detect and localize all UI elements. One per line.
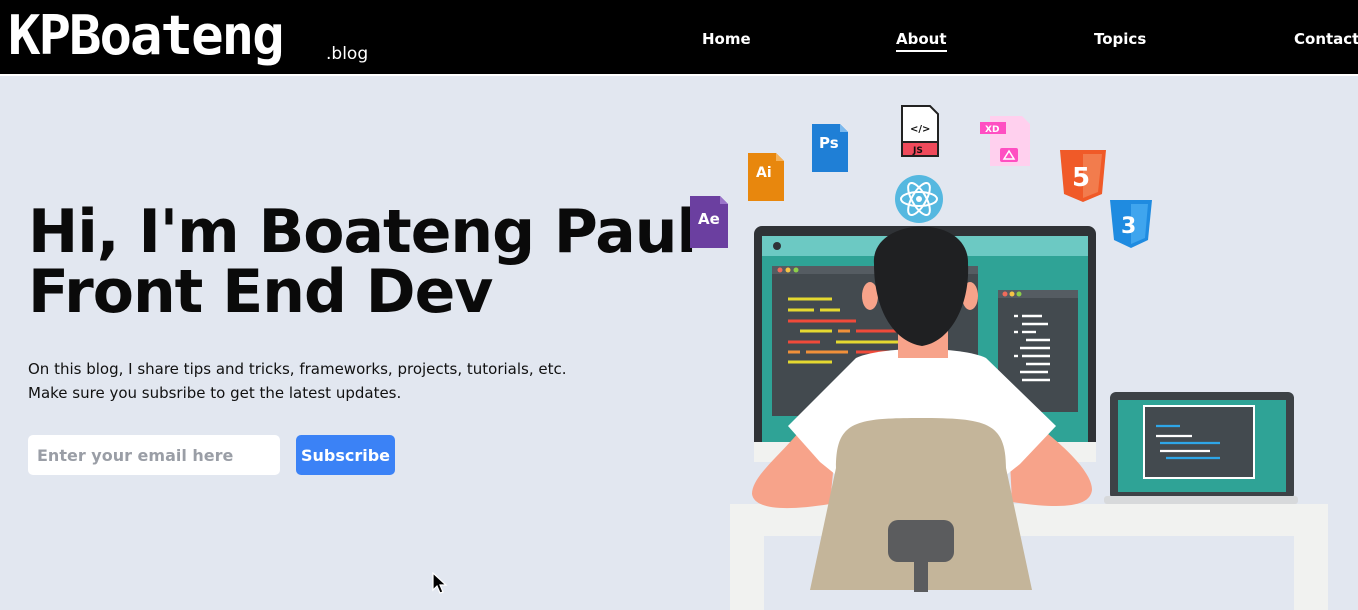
html5-icon: 5 — [1060, 150, 1106, 202]
nav-contact[interactable]: Contact — [1294, 30, 1358, 48]
desk-leg-left — [730, 536, 764, 610]
desk-leg-right — [1294, 536, 1328, 610]
photoshop-icon: Ps — [812, 124, 848, 172]
react-icon — [895, 175, 943, 223]
hero-description-line-2: Make sure you subsribe to get the latest… — [28, 384, 402, 402]
svg-text:3: 3 — [1121, 214, 1136, 239]
email-input[interactable] — [28, 435, 280, 475]
javascript-file-icon: JS </> — [901, 105, 939, 157]
desk-top — [730, 504, 1328, 536]
after-effects-icon: Ae — [690, 196, 728, 248]
nav-about[interactable]: About — [896, 30, 947, 52]
svg-text:Ae: Ae — [698, 210, 720, 228]
site-header: KPBoateng .blog Home About Topics Contac… — [0, 0, 1358, 76]
nav-home[interactable]: Home — [702, 30, 751, 48]
chair-handle — [888, 520, 954, 562]
site-logo-suffix: .blog — [326, 44, 369, 64]
hero-title-line-2: Front End Dev — [28, 257, 493, 327]
svg-text:5: 5 — [1072, 163, 1090, 193]
hero-title-line-1: Hi, I'm Boateng Paul — [28, 197, 697, 267]
developer-illustration: Ae Ai Ps JS </> XD 5 3 — [680, 96, 1358, 610]
hero-description-line-1: On this blog, I share tips and tricks, f… — [28, 360, 567, 378]
svg-text:XD: XD — [985, 125, 999, 135]
nav-topics[interactable]: Topics — [1094, 30, 1146, 48]
adobe-xd-icon: XD — [980, 116, 1030, 166]
svg-text:</>: </> — [910, 124, 930, 135]
svg-text:Ps: Ps — [819, 134, 839, 152]
hero-description: On this blog, I share tips and tricks, f… — [28, 357, 566, 405]
hero-title: Hi, I'm Boateng Paul Front End Dev — [28, 197, 697, 327]
illustrator-icon: Ai — [748, 153, 784, 201]
css3-icon: 3 — [1110, 200, 1152, 248]
svg-text:Ai: Ai — [756, 165, 772, 181]
subscribe-button[interactable]: Subscribe — [296, 435, 395, 475]
site-logo[interactable]: KPBoateng — [8, 4, 285, 68]
svg-text:JS: JS — [912, 146, 923, 156]
mouse-cursor-icon — [432, 572, 448, 594]
